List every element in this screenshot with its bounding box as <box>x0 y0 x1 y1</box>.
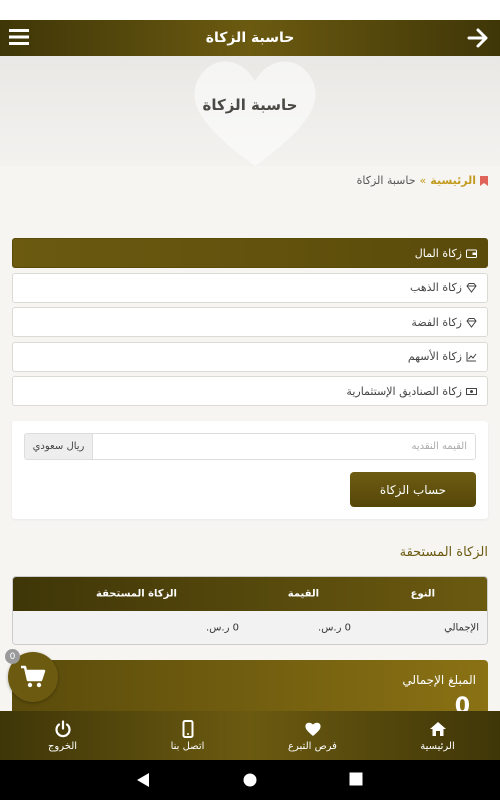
cell-zakat: 0 ر.س. <box>206 622 239 633</box>
nav-home[interactable]: الرئيسية <box>375 711 500 760</box>
money-icon <box>466 387 477 395</box>
amount-input-group: ريال سعودي <box>24 433 476 460</box>
hero-banner: حاسبة الزكاة <box>0 56 500 166</box>
heart-icon <box>304 722 321 736</box>
calculate-zakat-button[interactable]: حساب الزكاة <box>350 472 476 507</box>
results-section-title: الزكاة المستحقة <box>399 545 488 560</box>
tab-label: زكاة المال <box>414 246 462 260</box>
tab-label: زكاة الأسهم <box>407 350 462 363</box>
breadcrumb-separator: » <box>419 174 427 187</box>
cell-value: 0 ر.س. <box>318 622 351 633</box>
phone-icon <box>182 719 193 738</box>
column-header-type: النوع <box>410 588 435 600</box>
column-header-zakat: الزكاة المستحقة <box>96 588 177 600</box>
system-navigation-bar <box>0 760 500 800</box>
amount-input[interactable] <box>93 434 475 459</box>
table-row: الإجمالي 0 ر.س. 0 ر.س. <box>13 611 487 644</box>
total-amount-label: المبلغ الإجمالي <box>402 673 476 687</box>
power-icon <box>54 719 71 737</box>
calculator-card: ريال سعودي حساب الزكاة <box>12 421 488 519</box>
nav-label: الخروج <box>47 740 78 752</box>
zakat-type-tabs: زكاة المال زكاة الذهب زكاة الفضة زكاة ال… <box>12 238 488 411</box>
cart-icon <box>21 665 46 688</box>
table-header: النوع القيمة الزكاة المستحقة <box>13 577 487 611</box>
system-recents-icon[interactable] <box>349 772 363 786</box>
breadcrumb-home-link[interactable]: الرئيسية <box>430 174 476 187</box>
tab-funds-zakat[interactable]: زكاة الصناديق الإستثمارية <box>12 376 488 406</box>
app-bar-title: حاسبة الزكاة <box>205 30 295 46</box>
nav-label: فرص التبرع <box>288 740 337 752</box>
system-home-icon[interactable] <box>242 772 258 788</box>
nav-label: اتصل بنا <box>170 740 205 752</box>
tab-label: زكاة الذهب <box>410 281 462 294</box>
currency-addon: ريال سعودي <box>25 434 93 459</box>
breadcrumb-current: حاسبة الزكاة <box>356 174 416 187</box>
chart-icon <box>466 352 477 362</box>
nav-donation-opportunities[interactable]: فرص التبرع <box>250 711 375 760</box>
tab-label: زكاة الصناديق الإستثمارية <box>346 384 462 398</box>
diamond-icon <box>466 283 477 293</box>
tab-money-zakat[interactable]: زكاة المال <box>12 238 488 268</box>
wallet-icon <box>466 249 477 258</box>
bottom-navigation: الرئيسية فرص التبرع اتصل بنا الخروج <box>0 711 500 760</box>
nav-logout[interactable]: الخروج <box>0 711 125 760</box>
breadcrumb: الرئيسية » حاسبة الزكاة <box>357 174 488 187</box>
tab-gold-zakat[interactable]: زكاة الذهب <box>12 272 488 303</box>
arrow-right-icon[interactable] <box>464 24 492 52</box>
tab-label: زكاة الفضة <box>411 315 462 329</box>
system-back-icon[interactable] <box>136 772 150 788</box>
cart-count-badge: 0 <box>5 649 20 664</box>
nav-contact-us[interactable]: اتصل بنا <box>125 711 250 760</box>
tab-silver-zakat[interactable]: زكاة الفضة <box>12 307 488 337</box>
column-header-value: القيمة <box>287 588 319 600</box>
home-icon <box>429 721 446 736</box>
status-bar <box>0 0 500 20</box>
hamburger-menu-icon[interactable] <box>8 27 30 47</box>
bookmark-icon <box>480 175 488 186</box>
diamond-icon <box>466 317 477 328</box>
hero-title: حاسبة الزكاة <box>202 96 298 114</box>
results-table: النوع القيمة الزكاة المستحقة الإجمالي 0 … <box>12 576 488 645</box>
tab-stocks-zakat[interactable]: زكاة الأسهم <box>12 341 488 372</box>
nav-label: الرئيسية <box>420 740 455 752</box>
app-bar: حاسبة الزكاة <box>0 20 500 56</box>
cell-type: الإجمالي <box>444 622 479 633</box>
